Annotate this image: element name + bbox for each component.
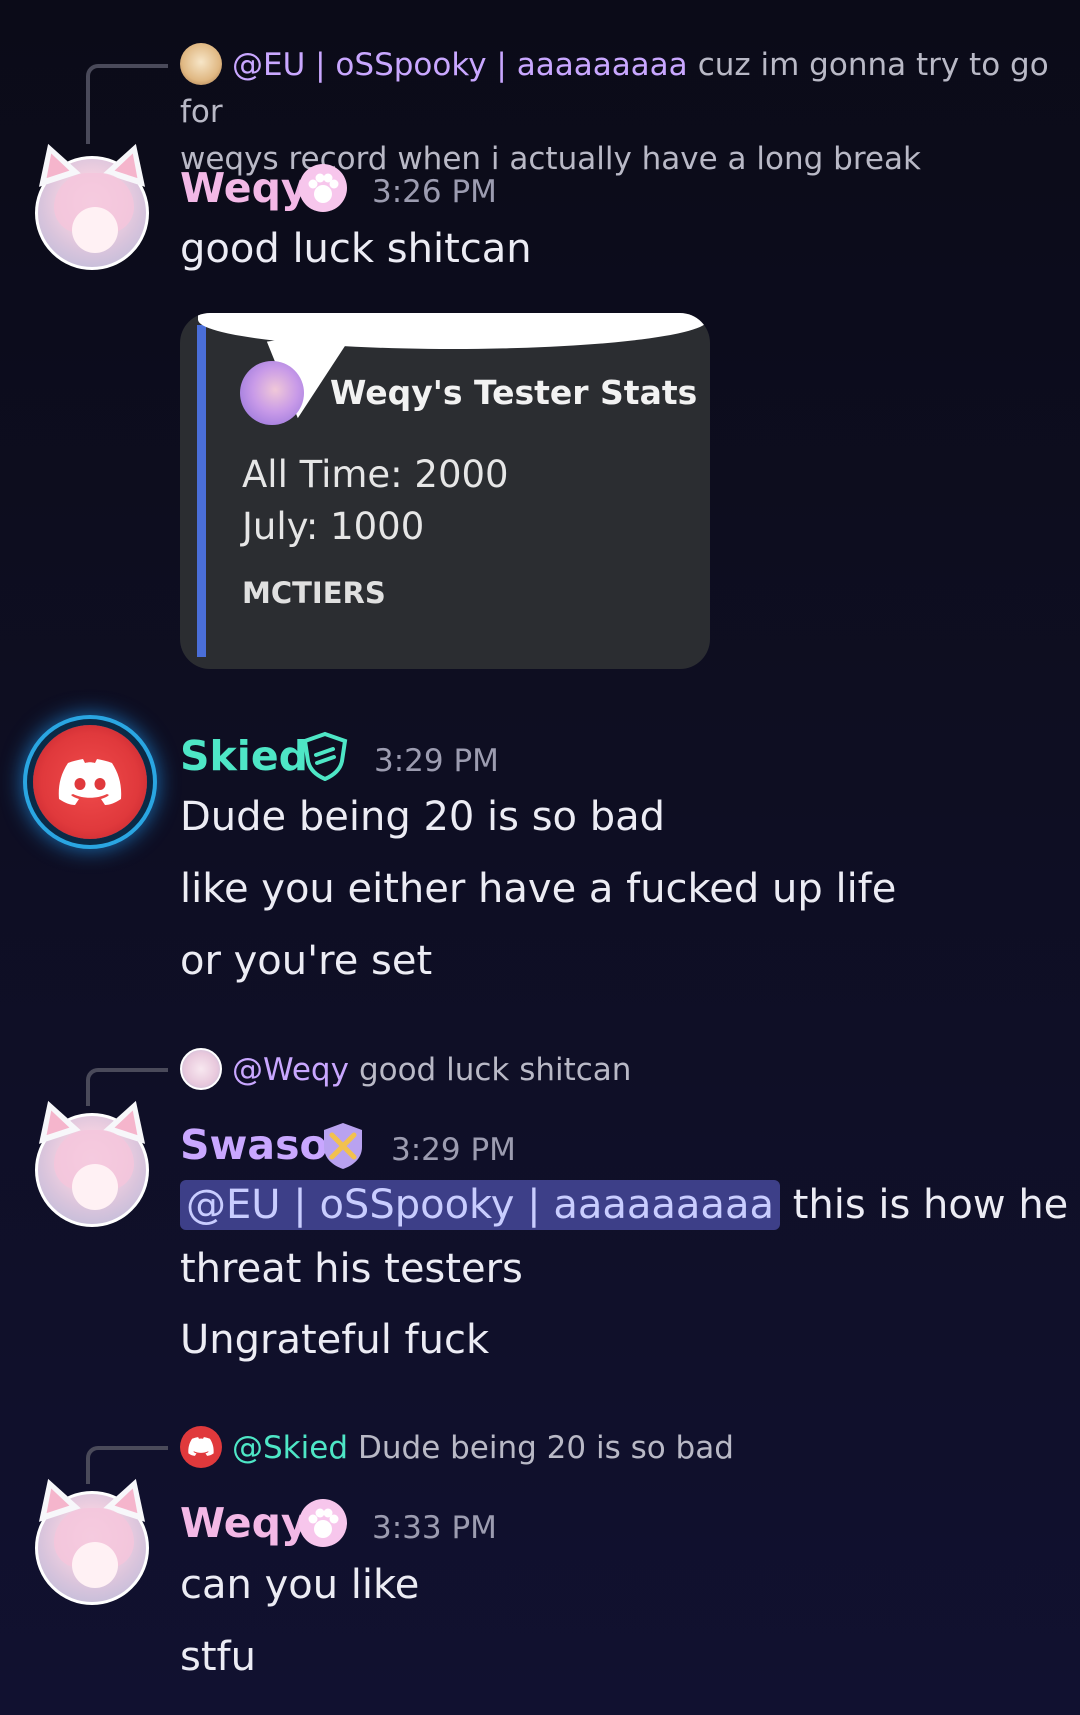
timestamp: 3:26 PM	[372, 174, 497, 210]
reply-mention[interactable]: @Skied	[232, 1430, 348, 1466]
reply-avatar	[180, 1047, 222, 1090]
reply-mention[interactable]: @Weqy	[232, 1052, 349, 1088]
user-mention[interactable]: @EU | oSSpooky | aaaaaaaaa	[180, 1180, 780, 1230]
embed-title: Weqy's Tester Stats	[330, 373, 698, 412]
message-text: or you're set	[180, 938, 433, 984]
message-text: Dude being 20 is so bad	[180, 794, 666, 840]
embed-july: July: 1000	[242, 505, 425, 548]
reply-connector	[86, 64, 168, 144]
message-text: stfu	[180, 1634, 256, 1680]
reply-preview[interactable]: @Weqy good luck shitcan	[180, 1047, 631, 1094]
username[interactable]: Skied	[180, 732, 308, 780]
timestamp: 3:29 PM	[374, 743, 499, 779]
message-text: threat his testers	[180, 1246, 523, 1292]
avatar[interactable]	[27, 1472, 157, 1605]
message-text: like you either have a fucked up life	[180, 866, 897, 912]
reply-text: good luck shitcan	[358, 1052, 632, 1088]
avatar[interactable]	[33, 725, 147, 839]
embed-image[interactable]: Weqy's Tester Stats All Time: 2000 July:…	[180, 313, 710, 669]
reply-mention[interactable]: @EU | oSSpooky | aaaaaaaaa	[232, 47, 688, 83]
timestamp: 3:29 PM	[391, 1132, 516, 1168]
username[interactable]: Swaso	[180, 1121, 328, 1169]
avatar[interactable]	[27, 137, 157, 270]
avatar[interactable]	[27, 1094, 157, 1227]
reply-text: Dude being 20 is so bad	[358, 1430, 734, 1466]
embed-all-time: All Time: 2000	[242, 453, 509, 496]
timestamp: 3:33 PM	[372, 1510, 497, 1546]
discord-icon	[58, 759, 122, 805]
reply-preview[interactable]: @EU | oSSpooky | aaaaaaaaa cuz im gonna t…	[180, 42, 1080, 183]
embed-accent-bar	[197, 325, 206, 657]
reply-avatar	[180, 42, 222, 85]
shield-badge-icon	[302, 731, 348, 781]
discord-icon	[188, 1436, 214, 1456]
username[interactable]: Weqy	[180, 1499, 308, 1547]
paw-badge-icon	[299, 164, 347, 212]
swords-badge-icon	[324, 1123, 362, 1169]
message-text: Ungrateful fuck	[180, 1317, 490, 1363]
message-text: good luck shitcan	[180, 226, 532, 272]
paw-badge-icon	[299, 1499, 347, 1547]
message-text-inline: this is how he	[792, 1182, 1069, 1228]
message-text: @EU | oSSpooky | aaaaaaaaa this is how h…	[180, 1180, 1068, 1230]
reply-avatar	[180, 1425, 222, 1468]
embed-footer: MCTIERS	[242, 576, 386, 610]
embed-avatar	[240, 361, 304, 425]
reply-preview[interactable]: @Skied Dude being 20 is so bad	[180, 1425, 734, 1472]
username[interactable]: Weqy	[180, 164, 308, 212]
message-text: can you like	[180, 1562, 420, 1608]
